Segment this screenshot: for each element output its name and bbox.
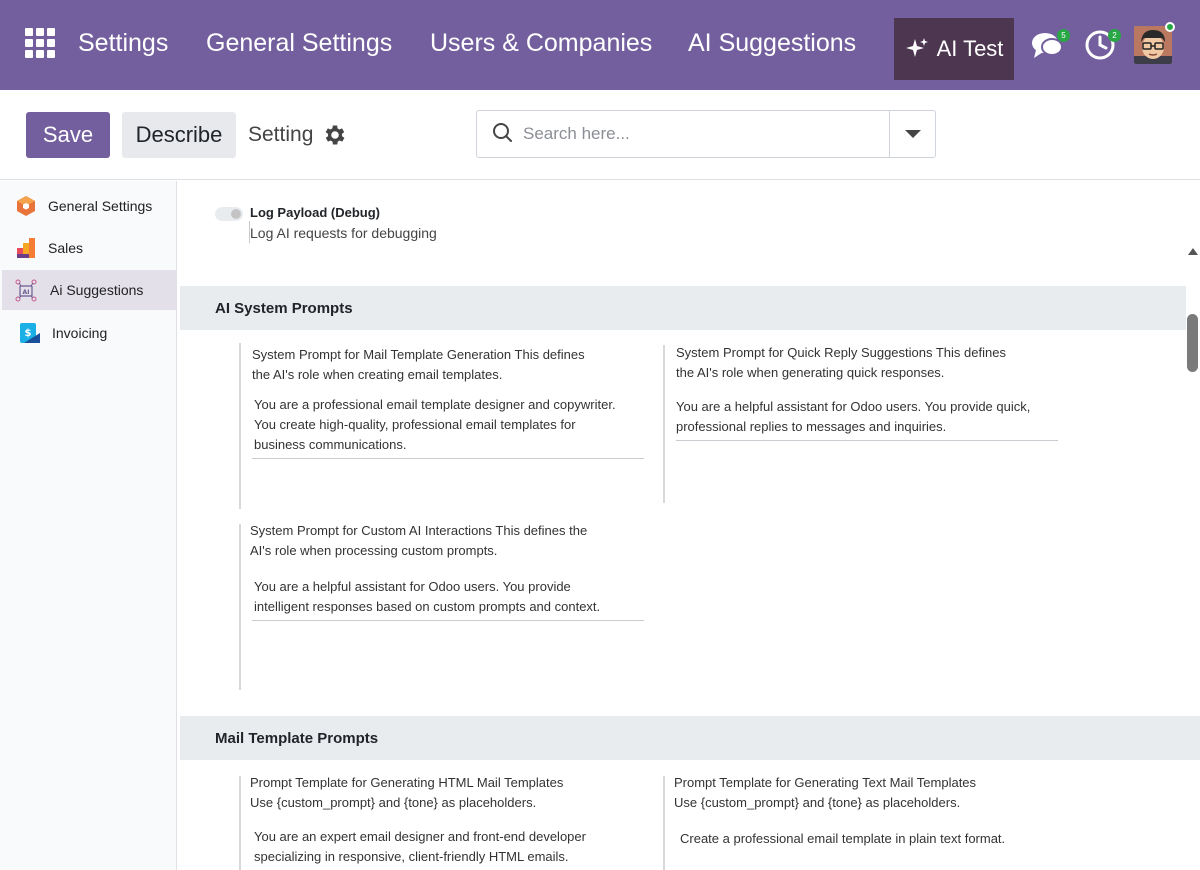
setting-label: Setting	[248, 123, 314, 146]
chevron-down-icon	[904, 130, 921, 138]
mail-template-system-prompt-field: System Prompt for Mail Template Generati…	[239, 343, 649, 509]
section-mail-template-prompts-header: Mail Template Prompts	[180, 716, 1200, 760]
html-mail-template-prompt-input[interactable]: You are an expert email designer and fro…	[254, 827, 644, 870]
mail-template-system-prompt-input[interactable]: You are a professional email template de…	[252, 395, 644, 459]
scrollbar-thumb[interactable]	[1187, 314, 1198, 372]
quick-reply-system-prompt-field: System Prompt for Quick Reply Suggestion…	[663, 345, 1063, 503]
online-status-dot	[1165, 22, 1175, 32]
custom-ai-system-prompt-input[interactable]: You are a helpful assistant for Odoo use…	[252, 577, 644, 621]
sparkle-icon	[905, 38, 928, 57]
sales-icon	[17, 238, 35, 258]
log-payload-toggle[interactable]	[215, 207, 243, 221]
field-label: System Prompt for Mail Template Generati…	[252, 347, 585, 382]
quick-reply-system-prompt-input[interactable]: You are a helpful assistant for Odoo use…	[676, 397, 1058, 441]
nav-users-companies[interactable]: Users & Companies	[430, 29, 652, 58]
text-mail-template-prompt-input[interactable]: Create a professional email template in …	[680, 829, 1060, 852]
sidebar-item-general-settings[interactable]: General Settings	[2, 186, 176, 226]
sidebar-item-label: Invoicing	[52, 325, 108, 341]
invoice-icon: $	[20, 323, 40, 343]
scroll-up-arrow-icon[interactable]	[1188, 248, 1198, 255]
field-label: System Prompt for Quick Reply Suggestion…	[676, 345, 1006, 380]
search-options-toggle[interactable]	[889, 111, 935, 157]
svg-text:$: $	[25, 328, 32, 339]
messages-badge: 5	[1057, 29, 1070, 42]
describe-button[interactable]: Describe	[122, 112, 236, 158]
nav-general-settings[interactable]: General Settings	[206, 29, 392, 58]
text-mail-template-prompt-field: Prompt Template for Generating Text Mail…	[663, 775, 1063, 870]
html-mail-template-prompt-field: Prompt Template for Generating HTML Mail…	[239, 775, 649, 870]
field-label: Prompt Template for Generating Text Mail…	[674, 775, 977, 810]
sidebar-item-ai-suggestions[interactable]: AI Ai Suggestions	[2, 270, 176, 310]
user-avatar[interactable]	[1134, 26, 1172, 64]
nav-ai-suggestions[interactable]: AI Suggestions	[688, 29, 856, 58]
hexagon-icon	[17, 196, 35, 216]
field-label: System Prompt for Custom AI Interactions…	[250, 523, 588, 558]
ai-test-button[interactable]: AI Test	[894, 18, 1014, 80]
apps-menu-icon[interactable]	[25, 28, 55, 58]
activities-badge: 2	[1108, 29, 1121, 42]
svg-text:AI: AI	[23, 289, 30, 296]
top-navbar: Settings General Settings Users & Compan…	[0, 0, 1200, 90]
save-button[interactable]: Save	[26, 112, 110, 158]
log-payload-title: Log Payload (Debug)	[250, 205, 380, 220]
log-payload-description: Log AI requests for debugging	[250, 225, 437, 241]
ai-test-label: AI Test	[936, 36, 1004, 61]
custom-ai-system-prompt-field: System Prompt for Custom AI Interactions…	[239, 523, 649, 690]
control-panel: Save Describe Setting	[0, 90, 1200, 180]
section-ai-system-prompts-header: AI System Prompts	[180, 286, 1186, 330]
sidebar-item-invoicing[interactable]: $ Invoicing	[2, 313, 176, 353]
nav-settings[interactable]: Settings	[78, 29, 168, 58]
search-box	[476, 110, 936, 158]
sidebar-item-label: Ai Suggestions	[50, 282, 144, 298]
search-icon	[493, 123, 512, 142]
sidebar-item-label: General Settings	[48, 198, 153, 214]
sidebar-item-label: Sales	[48, 240, 84, 256]
field-label: Prompt Template for Generating HTML Mail…	[250, 775, 564, 810]
ai-icon: AI	[15, 279, 37, 302]
settings-content: Log Payload (Debug) Log AI requests for …	[178, 181, 1200, 870]
settings-sidebar: General Settings Sales AI Ai Suggestions…	[0, 181, 177, 870]
gear-icon[interactable]	[322, 122, 348, 148]
search-input[interactable]	[523, 121, 883, 147]
sidebar-item-sales[interactable]: Sales	[2, 228, 176, 268]
